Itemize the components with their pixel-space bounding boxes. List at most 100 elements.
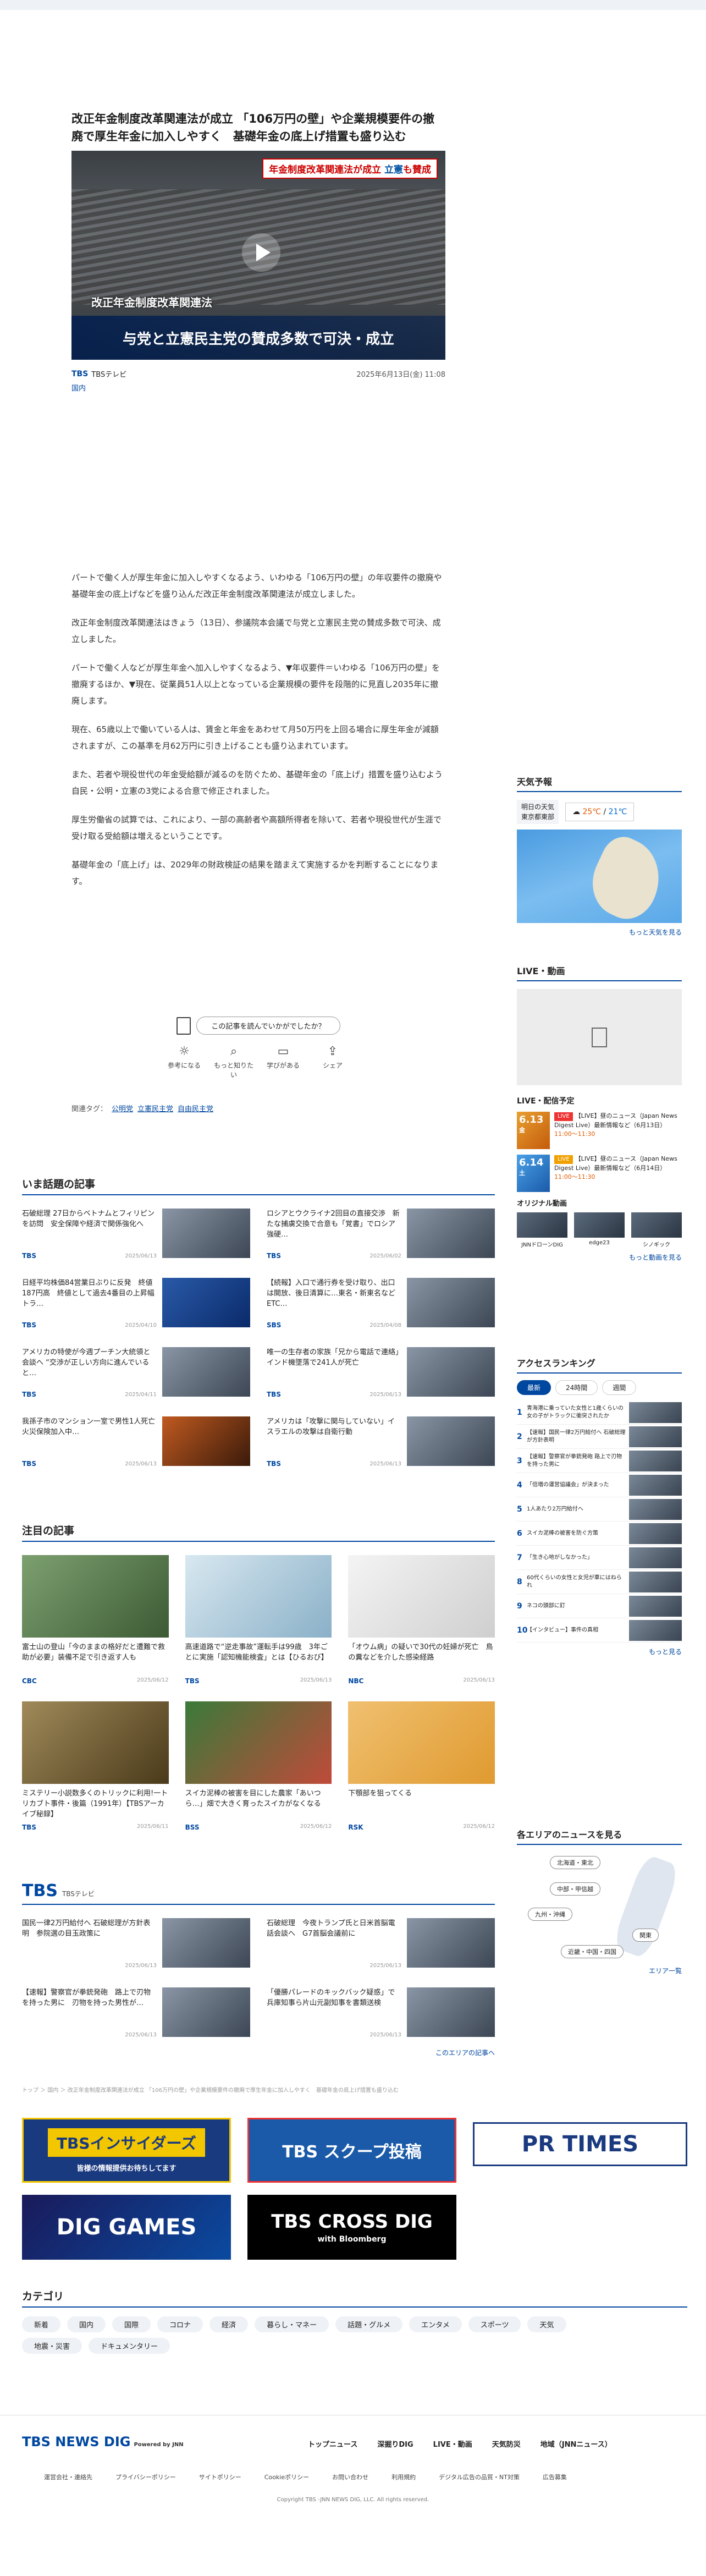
tbs-card[interactable]: 「優勝パレードのキックバック疑惑」で兵庫知事ら片山元副知事を書類送検 2025/0… [267,1987,495,2040]
ranking-item[interactable]: 5 1人あたり2万円給付へ [517,1497,682,1522]
weather-location[interactable]: 明日の天気 東京都東部 [517,800,559,824]
category-chip[interactable]: エンタメ [409,2316,462,2332]
area-button-kanto[interactable]: 関東 [632,1929,659,1942]
tbs-more-link[interactable]: このエリアの記事へ [22,2048,495,2057]
hot-card[interactable]: 我孫子市のマンション一室で男性1人死亡 火災保険加入中… TBS 2025/06/1… [22,1416,250,1469]
area-button-kinki[interactable]: 近畿・中国・四国 [561,1945,624,1958]
footer-link[interactable]: サイトポリシー [199,2473,241,2481]
ranking-more-link[interactable]: もっと見る [517,1647,682,1656]
hot-card[interactable]: 日経平均株価84営業日ぶりに反発 終値187円高 終値として過去4番目の上昇幅 … [22,1278,250,1331]
schedule-item[interactable]: 6.13 金 LIVE 【LIVE】昼のニュース（Japan News Digest… [517,1112,682,1149]
footer-link[interactable]: 運営会社・連絡先 [44,2473,92,2481]
hot-card[interactable]: 【続報】入口で通行券を受け取り、出口は開放、後日清算に…東名・新東名などETC…… [267,1278,495,1331]
article-category[interactable]: 国内 [71,382,445,393]
notable-card[interactable]: 「オウム病」の疑いで30代の妊婦が死亡 鳥の糞などを介した感染経路 NBC 2025… [348,1555,495,1685]
hot-card[interactable]: 唯一の生存者の家族「兄から電話で連絡」インド機墜落で241人が死亡 TBS 2025… [267,1347,495,1400]
feedback-helpful[interactable]: ☼ 参考になる [162,1045,206,1079]
category-chip[interactable]: 天気 [527,2316,566,2332]
notable-card[interactable]: 高速道路で“逆走事故”運転手は99歳 3年ごとに実施「認知機能検査」とは【ひるお… [185,1555,332,1685]
hot-card[interactable]: 石破総理 27日からベトナムとフィリピンを訪問 安全保障や経済で関係強化へ TBS… [22,1209,250,1261]
area-button-hokkaido[interactable]: 北海道・東北 [550,1856,600,1869]
ranking-heading: アクセスランキング [517,1356,682,1374]
feedback-share[interactable]: ⇪ シェア [311,1045,355,1079]
notable-card[interactable]: 下顎部を狙ってくる RSK 2025/06/12 [348,1701,495,1831]
ranking-item[interactable]: 6 スイカ泥棒の被害を防ぐ方策 [517,1522,682,1546]
banner-scoop[interactable]: TBS スクープ投稿 [247,2118,456,2183]
footer-nav-item[interactable]: 地域（JNNニュース） [540,2438,612,2449]
article: 改正年金制度改革関連法が成立 「106万円の壁」や企業規模要件の撤廃で厚生年金に… [71,110,445,393]
lightbulb-icon: ☼ [179,1045,190,1058]
tag-link[interactable]: 自由民主党 [178,1105,213,1113]
footer-nav-item[interactable]: 深掘りDIG [377,2438,413,2449]
ranking-item[interactable]: 9 ネコの頭部に釘 [517,1594,682,1618]
feedback-want-more[interactable]: ⌕ もっと知りたい [212,1045,256,1079]
banner-prtimes[interactable]: PR TIMES [473,2122,687,2166]
banner-insiders[interactable]: TBSインサイダーズ 皆様の情報提供お待ちしてます [22,2118,231,2183]
footer-nav-item[interactable]: トップニュース [308,2438,357,2449]
original-video-item[interactable]: シノギック [631,1212,682,1248]
video-more-link[interactable]: もっと動画を見る [517,1253,682,1262]
ranking-item[interactable]: 1 青海港に乗っていた女性と1歳くらいの女の子がトラックに衝突されたか [517,1400,682,1425]
notable-card[interactable]: ミステリー小説数多くのトリックに利用!一トリカブト事件・後篇（1991年）【TB… [22,1701,169,1831]
feedback-learning[interactable]: ▭ 学びがある [261,1045,305,1079]
category-chip[interactable]: ドキュメンタリー [89,2338,170,2354]
source-name[interactable]: TBSテレビ [91,369,126,379]
original-video-item[interactable]: edge23 [574,1212,625,1248]
categories: カテゴリ 新着 国内 国際 コロナ 経済 暮らし・マネー 話題・グルメ エンタメ… [22,2288,687,2354]
category-chip[interactable]: 経済 [209,2316,249,2332]
tag-link[interactable]: 立憲民主党 [137,1105,173,1113]
ranking-item[interactable]: 7 「生き心地がしなかった」 [517,1546,682,1570]
tbs-card[interactable]: 【速報】警察官が拳銃発砲 路上で刃物を持った男に 刃物を持った男性が… 2025/… [22,1987,250,2040]
tbs-card[interactable]: 国民一律2万円給付へ 石破総理が方針表明 参院選の目玉政策に 2025/06/13 [22,1918,250,1971]
category-chip[interactable]: 国際 [112,2316,151,2332]
ranking-item[interactable]: 10 【インタビュー】事件の真相 [517,1618,682,1643]
category-chip[interactable]: スポーツ [468,2316,521,2332]
ranking-item[interactable]: 3 【速報】警察官が拳銃発砲 路上で刃物を持った男に [517,1449,682,1473]
notable-card[interactable]: スイカ泥棒の被害を目にした農家「あいつら…」畑で大きく育ったスイカがなくなる BS… [185,1701,332,1831]
rank-tab-week[interactable]: 週間 [602,1380,637,1395]
area-more-link[interactable]: エリア一覧 [517,1966,682,1975]
footer-link[interactable]: プライバシーポリシー [115,2473,176,2481]
hot-card[interactable]: アメリカは「攻撃に関与していない」イスラエルの攻撃は自衛行動 TBS 2025/06… [267,1416,495,1469]
hot-card[interactable]: ロシアとウクライナ2回目の直接交渉 新たな捕虜交換で合意も「覚書」でロシア強硬…… [267,1209,495,1261]
document-icon [592,1027,607,1047]
area-button-kyushu[interactable]: 九州・沖縄 [528,1908,572,1921]
weather-more-link[interactable]: もっと天気を見る [517,927,682,937]
live-player[interactable] [517,989,682,1085]
category-chip[interactable]: 暮らし・マネー [255,2316,329,2332]
banner-cross-dig[interactable]: TBS CROSS DIG with Bloomberg [247,2195,456,2260]
ranking-item[interactable]: 4 「倍増の運営協議会」が決まった [517,1473,682,1497]
footer-nav-item[interactable]: LIVE・動画 [433,2438,472,2449]
footer-link[interactable]: 広告募集 [543,2473,567,2481]
book-icon: ▭ [277,1045,289,1058]
breadcrumb[interactable]: トップ ＞ 国内 ＞ 改正年金制度改革関連法が成立 「106万円の壁」や企業規模… [22,2085,399,2094]
banner-dig-games[interactable]: DIG GAMES [22,2195,231,2260]
category-chip[interactable]: 話題・グルメ [335,2316,403,2332]
feedback-box: この記事を読んでいかがでしたか？ ☼ 参考になる ⌕ もっと知りたい ▭ 学びがある … [159,1017,357,1079]
schedule-item[interactable]: 6.14 土 LIVE 【LIVE】昼のニュース（Japan News Digest… [517,1155,682,1192]
category-chip[interactable]: コロナ [157,2316,203,2332]
category-chip[interactable]: 新着 [22,2316,61,2332]
footer-nav-item[interactable]: 天気防災 [492,2438,521,2449]
footer-link[interactable]: お問い合わせ [332,2473,368,2481]
notable-card[interactable]: 富士山の登山「今のままの格好だと遭難で救助が必要」装備不足で引き返す人も CBC 2… [22,1555,169,1685]
footer-link[interactable]: デジタル広告の品質・NT対策 [439,2473,520,2481]
article-hero-video[interactable]: 年金制度改革関連法が成立 立憲も賛成 改正年金制度改革関連法 与党と立憲民主党の… [71,151,445,360]
tbs-card[interactable]: 石破総理 今夜トランプ氏と日米首脳電話会談へ G7首脳会議前に 2025/06/1… [267,1918,495,1971]
category-chip[interactable]: 国内 [67,2316,106,2332]
rank-tab-24h[interactable]: 24時間 [555,1380,598,1395]
tag-link[interactable]: 公明党 [112,1105,133,1113]
related-tags: 関連タグ： 公明党 立憲民主党 自由民主党 [71,1105,214,1113]
play-icon[interactable] [242,233,280,272]
ranking-item[interactable]: 8 60代くらいの女性と女児が車にはねられ [517,1570,682,1594]
footer-link[interactable]: 利用規約 [391,2473,416,2481]
original-video-item[interactable]: JNNドローンDIG [517,1212,567,1248]
weather-map[interactable] [517,830,682,923]
footer-link[interactable]: Cookieポリシー [264,2473,309,2481]
area-button-chubu[interactable]: 中部・甲信越 [550,1882,600,1896]
category-chip[interactable]: 地震・災害 [22,2338,82,2354]
footer-logo[interactable]: TBS NEWS DIG Powered by JNN [22,2434,184,2449]
hot-card[interactable]: アメリカの特使が今週プーチン大統領と会談へ “交渉が正しい方向に進んでいると… T… [22,1347,250,1400]
ranking-item[interactable]: 2 【速報】国民一律2万円給付へ 石破総理が方針表明 [517,1425,682,1449]
rank-tab-latest[interactable]: 最新 [517,1380,551,1395]
